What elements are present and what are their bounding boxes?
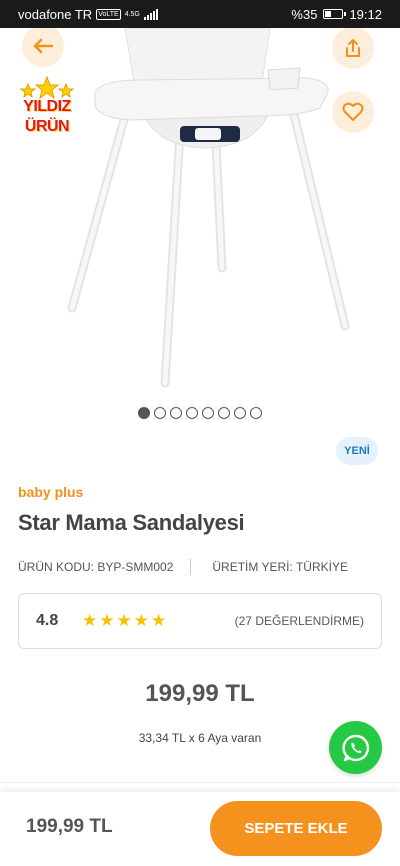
status-left: vodafone TR VoLTE 4.5G [18,7,158,22]
rating-stars: ★ ★ ★ ★ ★ [82,611,166,631]
add-to-cart-button[interactable]: SEPETE EKLE [210,801,382,856]
arrow-left-icon [33,38,53,54]
gallery-dot[interactable] [202,407,214,419]
gallery-dot[interactable] [138,407,150,419]
clock: 19:12 [349,6,382,22]
review-count: (27 DEĞERLENDİRME) [234,614,364,628]
gallery-dot[interactable] [154,407,166,419]
brand-link[interactable]: baby plus [18,484,83,500]
star-icon: ★ [133,611,149,630]
new-badge: YENİ [336,437,378,465]
gallery-dot[interactable] [170,407,182,419]
product-title: Star Mama Sandalyesi [18,510,245,535]
share-button[interactable] [332,28,374,69]
star-icon: ★ [82,611,98,630]
favorite-button[interactable] [332,91,374,133]
gallery-pagination[interactable] [0,407,400,419]
battery-icon [323,9,347,19]
volte-indicator: VoLTE [96,8,121,20]
battery-fill [325,11,332,17]
share-icon [346,39,360,57]
product-price: 199,99 TL [145,680,255,707]
section-divider [0,782,400,783]
star-icon: ★ [151,611,167,630]
gallery-dot[interactable] [234,407,246,419]
network-type: 4.5G [124,10,140,18]
whatsapp-button[interactable] [329,721,382,774]
product-gallery[interactable]: YILDIZ ÜRÜN [0,28,400,400]
meta-divider [190,559,192,575]
rating-value: 4.8 [36,612,59,629]
gallery-dot[interactable] [218,407,230,419]
badge-text-line2: ÜRÜN [24,118,70,135]
carrier-name: vodafone TR [18,6,93,22]
star-icon: ★ [99,611,115,630]
gallery-dot[interactable] [250,407,262,419]
battery-percent: %35 [291,6,318,22]
rating-summary[interactable]: 4.8 ★ ★ ★ ★ ★ (27 DEĞERLENDİRME) [18,593,382,649]
status-right: %35 19:12 [291,7,382,22]
star-product-badge: YILDIZ ÜRÜN [12,76,82,142]
product-meta: ÜRÜN KODU: BYP-SMM002 ÜRETİM YERİ: TÜRKİ… [18,559,382,575]
signal-icon [143,8,158,20]
product-origin: ÜRETİM YERİ: TÜRKİYE [212,560,348,574]
bottom-action-bar: 199,99 TL SEPETE EKLE [0,792,400,866]
product-code: ÜRÜN KODU: BYP-SMM002 [18,560,174,574]
bottom-price: 199,99 TL [26,816,113,837]
heart-icon [342,102,364,121]
star-icon: ★ [116,611,132,630]
whatsapp-icon [341,734,369,761]
badge-text-line1: YILDIZ [23,98,71,115]
status-bar: vodafone TR VoLTE 4.5G %35 19:12 [0,0,400,28]
gallery-dot[interactable] [186,407,198,419]
